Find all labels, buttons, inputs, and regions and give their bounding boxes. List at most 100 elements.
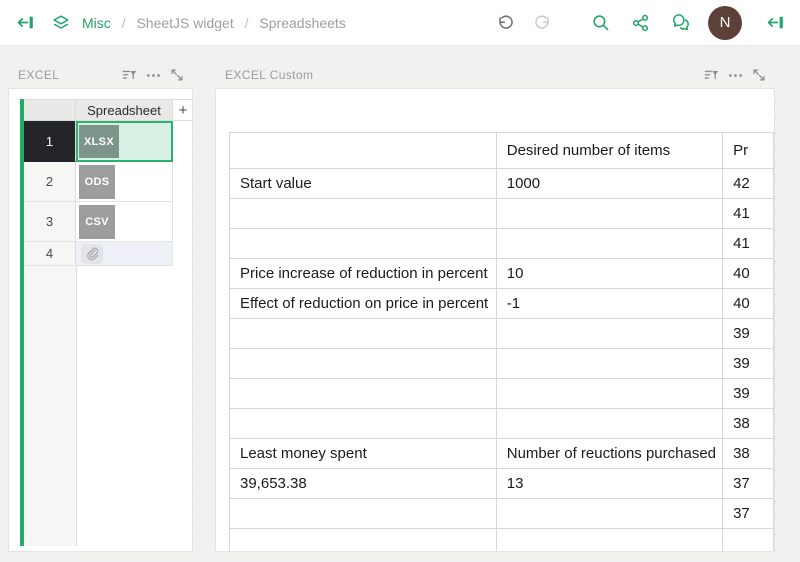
corner-cell[interactable] bbox=[24, 99, 76, 121]
breadcrumb-root-link[interactable]: Misc bbox=[82, 15, 111, 31]
excel-widget-card: Spreadsheet + 1XLSX2ODS3CSV4 bbox=[8, 88, 193, 552]
sort-filter-button[interactable] bbox=[699, 64, 723, 86]
table-cell[interactable]: 40 bbox=[723, 259, 774, 289]
table-cell[interactable] bbox=[230, 499, 497, 529]
workspace-button[interactable] bbox=[48, 10, 74, 36]
sort-filter-button[interactable] bbox=[117, 64, 141, 86]
sort-filter-icon bbox=[121, 67, 138, 84]
collapse-right-panel-button[interactable] bbox=[762, 10, 788, 36]
excel-custom-panel-header: EXCEL Custom bbox=[215, 62, 775, 88]
excel-custom-panel: EXCEL Custom Desired number of itemsPrSt… bbox=[215, 62, 775, 552]
excel-panel-header: EXCEL bbox=[8, 62, 193, 88]
table-row: Least money spentNumber of reuctions pur… bbox=[230, 439, 774, 469]
table-cell[interactable]: Least money spent bbox=[230, 439, 497, 469]
sheet-row: 2ODS bbox=[24, 162, 193, 202]
expand-button[interactable] bbox=[165, 64, 189, 86]
sort-filter-icon bbox=[703, 67, 720, 84]
undo-icon bbox=[495, 13, 515, 33]
sheet-grid: Spreadsheet + 1XLSX2ODS3CSV4 bbox=[24, 99, 193, 546]
table-cell[interactable] bbox=[496, 499, 722, 529]
table-cell[interactable] bbox=[496, 199, 722, 229]
table-cell[interactable]: 40 bbox=[723, 289, 774, 319]
table-cell[interactable] bbox=[496, 319, 722, 349]
table-cell[interactable] bbox=[496, 529, 722, 553]
redo-icon bbox=[533, 13, 553, 33]
table-cell[interactable]: Effect of reduction on price in percent bbox=[230, 289, 497, 319]
share-icon bbox=[631, 13, 651, 33]
table-row: 41 bbox=[230, 199, 774, 229]
table-row: 37 bbox=[230, 499, 774, 529]
panel-title: EXCEL Custom bbox=[225, 68, 699, 82]
table-cell[interactable]: Number of reuctions purchased bbox=[496, 439, 722, 469]
row-number-cell[interactable]: 3 bbox=[24, 202, 76, 242]
table-cell[interactable]: 10 bbox=[496, 259, 722, 289]
sheet-cell[interactable]: CSV bbox=[76, 202, 173, 242]
table-cell[interactable]: 37 bbox=[723, 469, 774, 499]
table-cell[interactable] bbox=[230, 319, 497, 349]
table-cell[interactable] bbox=[230, 199, 497, 229]
table-cell[interactable]: Start value bbox=[230, 169, 497, 199]
table-cell[interactable]: 39 bbox=[723, 349, 774, 379]
sheet-cell[interactable] bbox=[76, 242, 173, 266]
table-cell[interactable]: 41 bbox=[723, 229, 774, 259]
share-button[interactable] bbox=[628, 10, 654, 36]
row-number-cell[interactable]: 4 bbox=[24, 242, 76, 266]
undo-button[interactable] bbox=[492, 10, 518, 36]
table-cell[interactable] bbox=[496, 229, 722, 259]
table-cell[interactable]: 38 bbox=[723, 409, 774, 439]
more-options-button[interactable] bbox=[723, 64, 747, 86]
table-cell[interactable] bbox=[230, 229, 497, 259]
table-cell[interactable] bbox=[230, 349, 497, 379]
sheet-row: 4 bbox=[24, 242, 193, 266]
table-cell[interactable]: 13 bbox=[496, 469, 722, 499]
more-icon bbox=[145, 67, 162, 84]
table-row: Price increase of reduction in percent10… bbox=[230, 259, 774, 289]
sheet-tab[interactable]: Spreadsheet bbox=[76, 99, 173, 121]
row-number-cell[interactable]: 2 bbox=[24, 162, 76, 202]
table-row: 39 bbox=[230, 319, 774, 349]
table-row: Effect of reduction on price in percent-… bbox=[230, 289, 774, 319]
table-cell[interactable] bbox=[230, 529, 497, 553]
table-cell[interactable]: Price increase of reduction in percent bbox=[230, 259, 497, 289]
sheet-cell[interactable]: XLSX bbox=[76, 121, 173, 162]
more-options-button[interactable] bbox=[141, 64, 165, 86]
table-cell[interactable] bbox=[230, 133, 497, 169]
table-cell[interactable]: 38 bbox=[723, 439, 774, 469]
breadcrumb-separator: / bbox=[122, 15, 126, 31]
table-cell[interactable]: 37 bbox=[723, 499, 774, 529]
table-cell[interactable]: 1000 bbox=[496, 169, 722, 199]
table-cell[interactable] bbox=[496, 409, 722, 439]
comments-button[interactable] bbox=[668, 10, 694, 36]
table-cell[interactable]: -1 bbox=[496, 289, 722, 319]
table-row bbox=[230, 529, 774, 553]
avatar[interactable]: N bbox=[708, 6, 742, 40]
breadcrumb-item-page[interactable]: Spreadsheets bbox=[259, 15, 345, 31]
sheet-cell[interactable]: ODS bbox=[76, 162, 173, 202]
table-cell[interactable] bbox=[496, 349, 722, 379]
row-number-cell[interactable]: 1 bbox=[24, 121, 76, 162]
row-number-column-filler bbox=[24, 266, 77, 546]
table-row: 39,653.381337 bbox=[230, 469, 774, 499]
file-type-badge: CSV bbox=[79, 205, 115, 239]
sheet-row: 3CSV bbox=[24, 202, 193, 242]
table-cell[interactable] bbox=[496, 379, 722, 409]
layers-icon bbox=[51, 13, 71, 33]
table-row: Start value100042 bbox=[230, 169, 774, 199]
table-cell[interactable]: 39 bbox=[723, 379, 774, 409]
search-button[interactable] bbox=[588, 10, 614, 36]
table-cell[interactable]: Pr bbox=[723, 133, 774, 169]
add-sheet-button[interactable]: + bbox=[173, 99, 193, 121]
collapse-left-panel-button[interactable] bbox=[12, 10, 38, 36]
table-cell[interactable]: 39 bbox=[723, 319, 774, 349]
expand-button[interactable] bbox=[747, 64, 771, 86]
table-cell[interactable] bbox=[230, 409, 497, 439]
redo-button[interactable] bbox=[530, 10, 556, 36]
custom-table: Desired number of itemsPrStart value1000… bbox=[229, 132, 774, 552]
table-cell[interactable]: 39,653.38 bbox=[230, 469, 497, 499]
breadcrumb-item-widget[interactable]: SheetJS widget bbox=[136, 15, 233, 31]
table-cell[interactable]: 42 bbox=[723, 169, 774, 199]
table-cell[interactable] bbox=[723, 529, 774, 553]
table-cell[interactable]: 41 bbox=[723, 199, 774, 229]
table-cell[interactable]: Desired number of items bbox=[496, 133, 722, 169]
table-cell[interactable] bbox=[230, 379, 497, 409]
